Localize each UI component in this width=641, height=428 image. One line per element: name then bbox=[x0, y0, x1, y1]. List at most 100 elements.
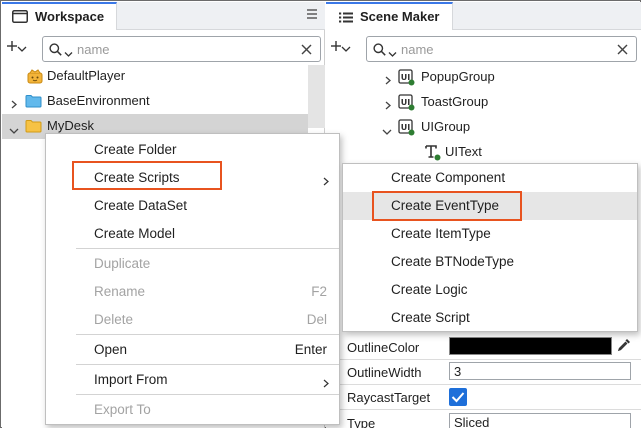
menu-item-create-model[interactable]: Create Model bbox=[46, 220, 339, 248]
scene-tree-label: PopupGroup bbox=[421, 69, 495, 84]
app-window: Workspace name DefaultPlayer BaseEnviron… bbox=[0, 0, 641, 428]
type-select[interactable]: Sliced bbox=[449, 413, 631, 428]
menu-item-create-dataset[interactable]: Create DataSet bbox=[46, 192, 339, 220]
close-icon[interactable] bbox=[301, 43, 312, 55]
search-icon bbox=[373, 43, 386, 56]
chevron-down-icon[interactable] bbox=[9, 123, 19, 134]
menu-item-duplicate[interactable]: Duplicate bbox=[46, 250, 339, 278]
menu-item-label: Create Component bbox=[391, 170, 506, 185]
prop-label: OutlineColor bbox=[347, 340, 420, 355]
tree-item-label: BaseEnvironment bbox=[47, 93, 150, 108]
folder-yellow-icon bbox=[25, 119, 42, 134]
chevron-down-icon bbox=[17, 42, 27, 52]
menu-item-label: Create ItemType bbox=[391, 226, 491, 241]
menu-separator bbox=[76, 334, 339, 335]
workspace-search-input[interactable] bbox=[77, 40, 277, 58]
type-select-value: Sliced bbox=[454, 415, 490, 428]
scene-maker-toolbar bbox=[326, 31, 641, 65]
scene-tree-item-uigroup[interactable]: UI UIGroup bbox=[326, 115, 626, 140]
menu-item-label: Create Logic bbox=[391, 282, 468, 297]
svg-text:UI: UI bbox=[401, 123, 410, 132]
menu-item-shortcut: F2 bbox=[311, 284, 327, 299]
scrollbar[interactable] bbox=[308, 65, 325, 128]
svg-text:UI: UI bbox=[401, 98, 410, 107]
chevron-right-icon bbox=[323, 376, 329, 388]
submenu-item-create-script[interactable]: Create Script bbox=[343, 304, 637, 332]
chevron-down-icon[interactable] bbox=[64, 46, 73, 57]
svg-text:UI: UI bbox=[401, 73, 410, 82]
chevron-right-icon[interactable] bbox=[10, 97, 18, 109]
hamburger-menu-icon[interactable] bbox=[306, 8, 318, 20]
menu-item-label: Rename bbox=[94, 284, 146, 299]
menu-item-label: Create DataSet bbox=[94, 198, 188, 213]
highlight-frame bbox=[72, 161, 222, 190]
scene-maker-search-input[interactable] bbox=[401, 40, 591, 58]
highlight-frame bbox=[372, 191, 522, 221]
submenu-item-create-itemtype[interactable]: Create ItemType bbox=[343, 220, 637, 248]
menu-item-label: Duplicate bbox=[94, 256, 151, 271]
menu-item-label: Create Model bbox=[94, 226, 176, 241]
menu-item-export-to[interactable]: Export To bbox=[46, 396, 339, 424]
menu-item-label: Create BTNodeType bbox=[391, 254, 515, 269]
submenu-item-create-component[interactable]: Create Component bbox=[343, 164, 637, 192]
menu-item-open[interactable]: Open Enter bbox=[46, 336, 339, 364]
tree-item-defaultplayer[interactable]: DefaultPlayer bbox=[2, 64, 308, 89]
add-button[interactable] bbox=[330, 39, 356, 57]
prop-label: Type bbox=[347, 416, 376, 428]
prop-label: RaycastTarget bbox=[347, 390, 431, 405]
scripts-submenu: Create Component Create EventType Create… bbox=[342, 163, 638, 332]
menu-item-delete[interactable]: Delete Del bbox=[46, 306, 339, 334]
chevron-down-icon[interactable] bbox=[382, 124, 392, 135]
scene-tree-item-toastgroup[interactable]: UI ToastGroup bbox=[326, 90, 626, 115]
scene-tree-label: ToastGroup bbox=[421, 94, 489, 109]
tab-workspace[interactable]: Workspace bbox=[2, 2, 117, 30]
workspace-toolbar bbox=[2, 31, 325, 65]
scene-tree-label: UIGroup bbox=[421, 119, 471, 134]
chevron-right-icon[interactable] bbox=[384, 73, 392, 85]
menu-item-shortcut: Enter bbox=[294, 342, 327, 357]
ui-group-icon: UI bbox=[398, 69, 415, 86]
menu-item-shortcut: Del bbox=[306, 312, 327, 327]
outline-width-value: 3 bbox=[454, 364, 462, 379]
workspace-header: Workspace bbox=[2, 2, 325, 30]
ui-group-icon: UI bbox=[398, 94, 415, 111]
eyedropper-icon[interactable] bbox=[616, 337, 632, 353]
properties-panel: OutlineColor OutlineWidth 3 RaycastTarge… bbox=[326, 332, 641, 428]
scene-tree-item-popupgroup[interactable]: UI PopupGroup bbox=[326, 65, 626, 90]
menu-item-create-folder[interactable]: Create Folder bbox=[46, 136, 339, 164]
window-icon bbox=[12, 10, 28, 23]
tree-item-label: MyDesk bbox=[47, 118, 94, 133]
chevron-down-icon[interactable] bbox=[388, 46, 397, 57]
player-icon bbox=[27, 69, 43, 84]
chevron-right-icon[interactable] bbox=[384, 98, 392, 110]
scene-maker-header: Scene Maker bbox=[326, 2, 641, 30]
chevron-right-icon bbox=[323, 174, 329, 186]
list-icon bbox=[339, 11, 353, 23]
ui-group-icon: UI bbox=[398, 119, 415, 136]
ui-text-icon bbox=[424, 144, 441, 161]
check-icon bbox=[451, 392, 465, 403]
submenu-item-create-btnodetype[interactable]: Create BTNodeType bbox=[343, 248, 637, 276]
scene-maker-search-box[interactable] bbox=[366, 36, 637, 62]
divider bbox=[326, 409, 641, 410]
raycast-target-checkbox[interactable] bbox=[449, 388, 467, 406]
outline-color-swatch[interactable] bbox=[449, 337, 612, 355]
add-button[interactable] bbox=[6, 39, 32, 57]
menu-item-label: Delete bbox=[94, 312, 134, 327]
scene-tree-item-uitext[interactable]: UIText bbox=[326, 140, 626, 165]
prop-label: OutlineWidth bbox=[347, 365, 422, 380]
menu-item-label: Create Script bbox=[391, 310, 470, 325]
context-menu: Create Folder Create Scripts Create Data… bbox=[45, 133, 340, 425]
close-icon[interactable] bbox=[617, 43, 628, 55]
outline-width-input[interactable]: 3 bbox=[449, 362, 631, 380]
workspace-tab-label: Workspace bbox=[35, 9, 105, 24]
submenu-item-create-logic[interactable]: Create Logic bbox=[343, 276, 637, 304]
tree-item-baseenvironment[interactable]: BaseEnvironment bbox=[2, 89, 308, 114]
menu-item-label: Open bbox=[94, 342, 128, 357]
menu-item-rename[interactable]: Rename F2 bbox=[46, 278, 339, 306]
menu-item-import-from[interactable]: Import From bbox=[46, 366, 339, 394]
folder-blue-icon bbox=[25, 94, 42, 109]
menu-separator bbox=[76, 248, 339, 249]
tab-scene-maker[interactable]: Scene Maker bbox=[326, 2, 453, 30]
workspace-search-box[interactable] bbox=[42, 36, 321, 62]
